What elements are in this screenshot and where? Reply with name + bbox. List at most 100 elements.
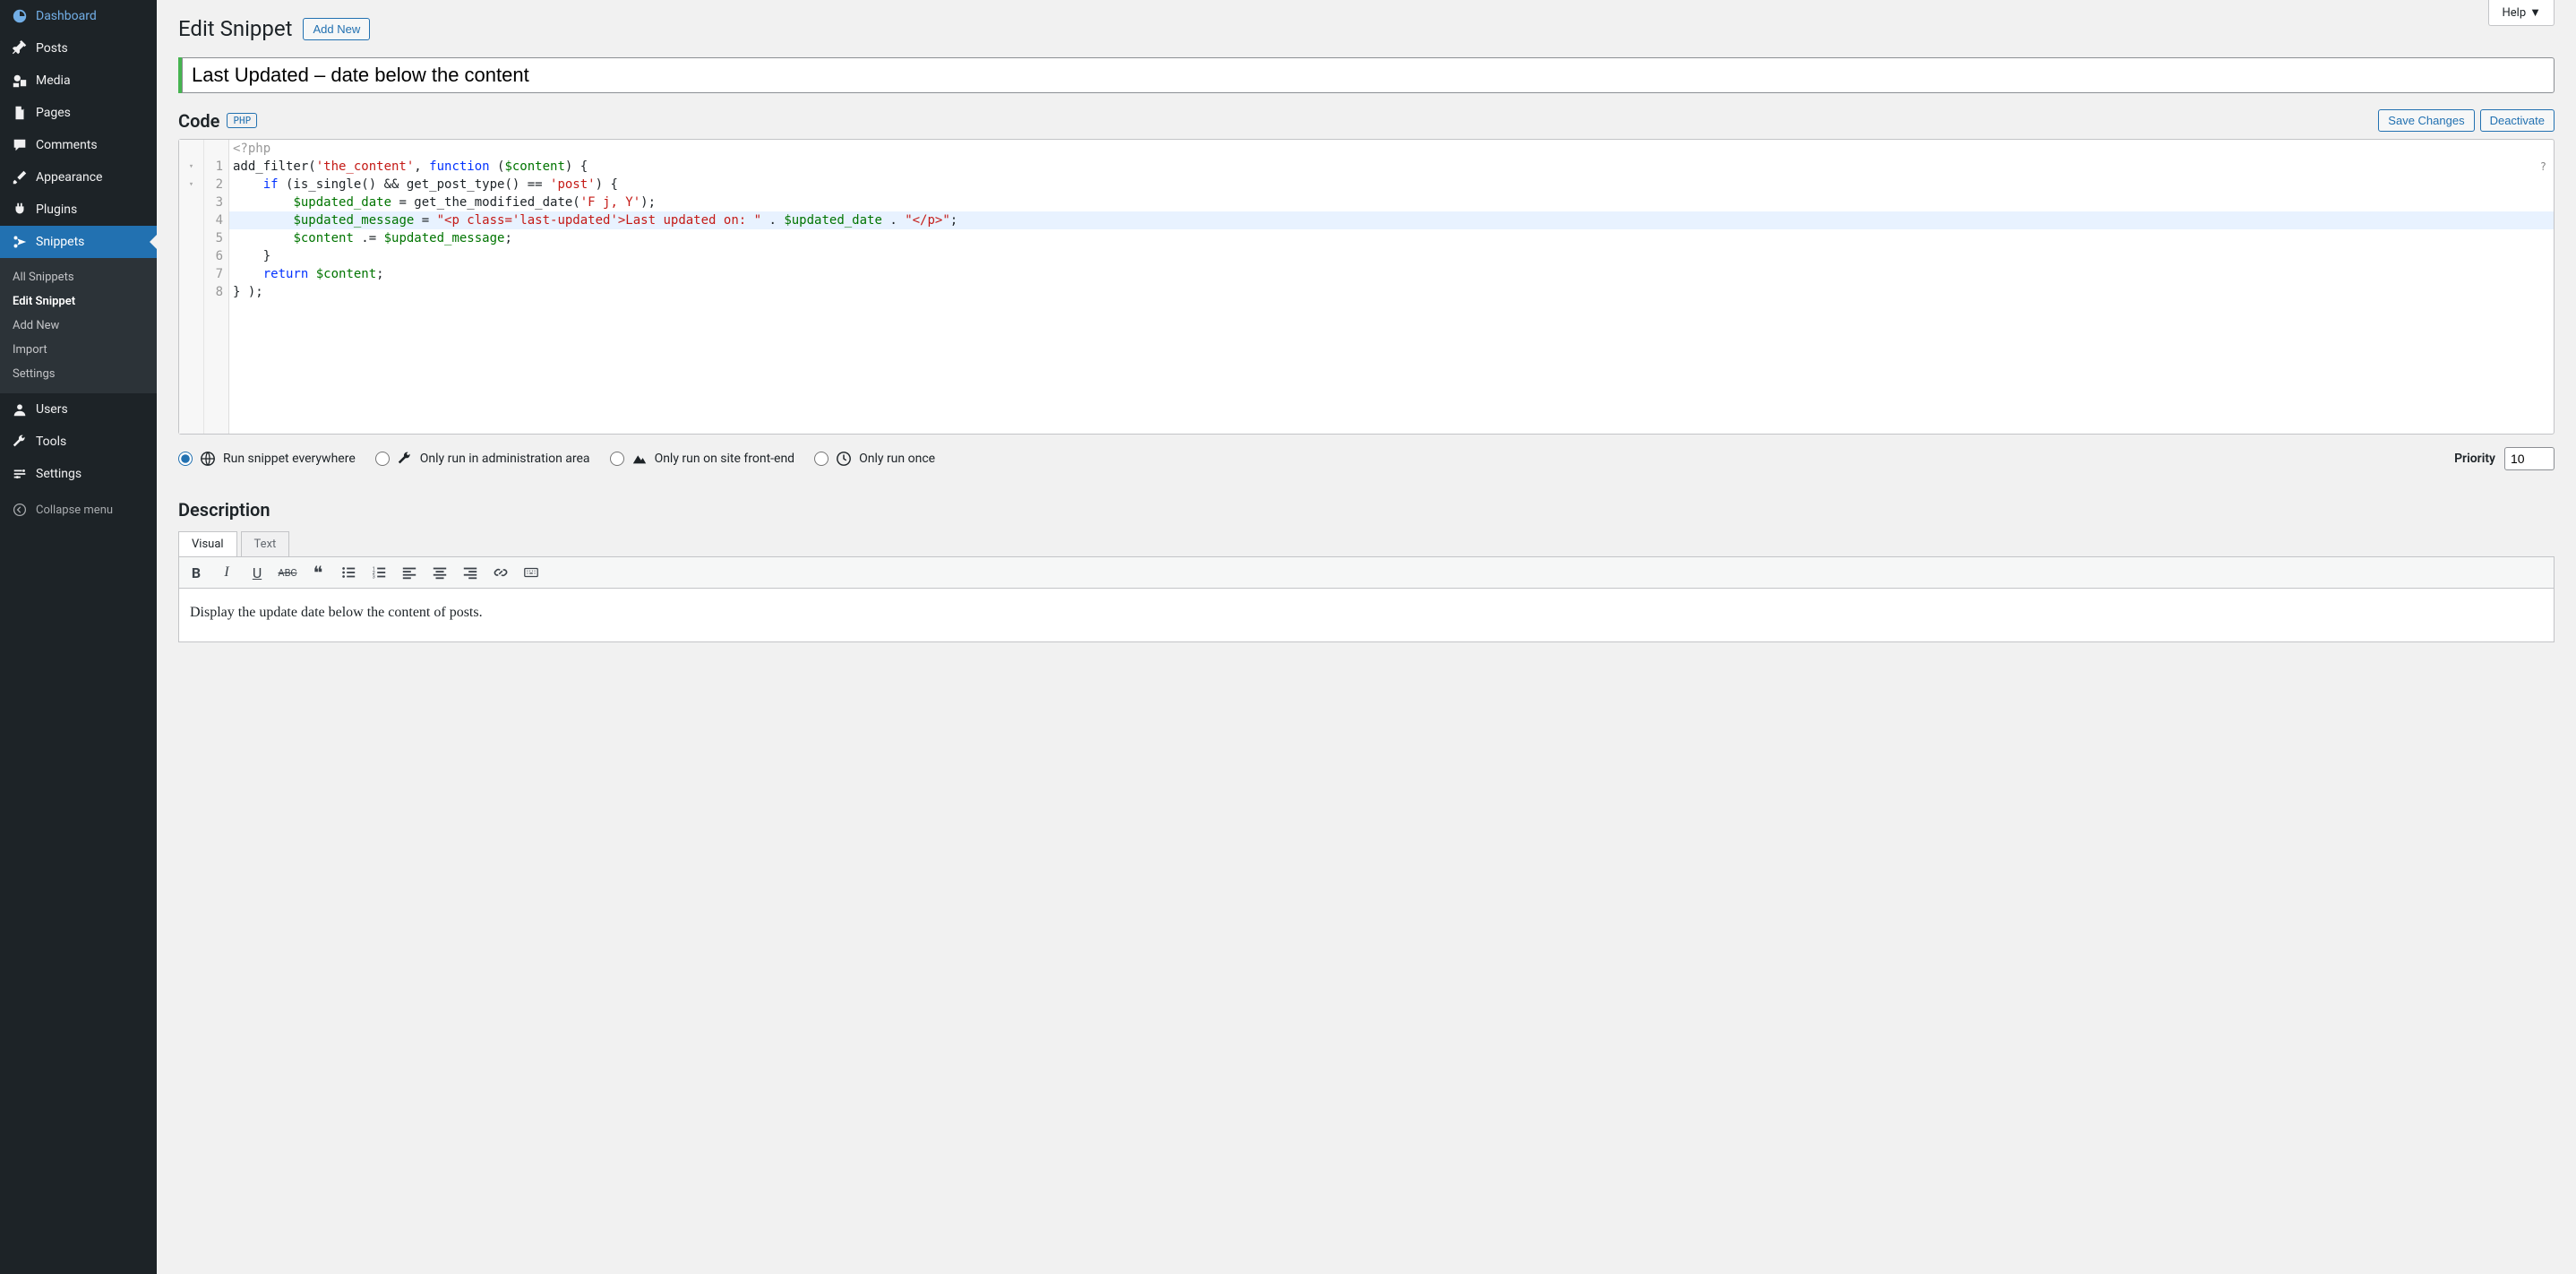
sidebar-subitem-all-snippets[interactable]: All Snippets (0, 265, 157, 289)
code-editor[interactable]: ? ▾▾ 12345678 <?php add_filter('the_cont… (178, 139, 2555, 435)
strikethrough-button[interactable]: ABC (278, 563, 297, 582)
description-heading: Description (178, 499, 2555, 521)
sidebar-item-tools[interactable]: Tools (0, 426, 157, 458)
scope-radio-frontend[interactable] (610, 452, 624, 466)
align-right-button[interactable] (460, 563, 480, 582)
svg-text:3: 3 (373, 574, 375, 580)
scope-label: Only run on site front-end (655, 452, 795, 466)
sidebar-item-label: Users (36, 402, 68, 417)
scope-option-frontend[interactable]: Only run on site front-end (610, 451, 795, 467)
sidebar-subitem-edit-snippet[interactable]: Edit Snippet (0, 289, 157, 314)
comment-icon (11, 136, 29, 154)
scope-option-once[interactable]: Only run once (814, 451, 935, 467)
scope-label: Only run once (859, 452, 935, 466)
code-line[interactable]: } (229, 247, 2554, 265)
code-line[interactable]: $updated_date = get_the_modified_date('F… (229, 194, 2554, 211)
page-title: Edit Snippet (178, 16, 292, 41)
editor-toolbar: B I U ABC ❝ 123 (178, 556, 2555, 589)
fold-gutter[interactable]: ▾▾ (179, 140, 204, 434)
sidebar-subitem-settings[interactable]: Settings (0, 362, 157, 386)
php-open-tag: <?php (229, 140, 2554, 158)
bold-button[interactable]: B (186, 563, 206, 582)
add-new-button[interactable]: Add New (303, 18, 370, 40)
admin-sidebar: Dashboard Posts Media Pages Comments App… (0, 0, 157, 1274)
sidebar-subitem-add-new[interactable]: Add New (0, 314, 157, 338)
blockquote-button[interactable]: ❝ (308, 563, 328, 582)
caret-down-icon: ▼ (2529, 5, 2541, 20)
code-area[interactable]: <?php add_filter('the_content', function… (229, 140, 2554, 434)
code-line[interactable]: if (is_single() && get_post_type() == 'p… (229, 176, 2554, 194)
code-line[interactable]: return $content; (229, 265, 2554, 283)
sidebar-item-label: Dashboard (36, 9, 97, 23)
sidebar-item-label: Media (36, 73, 71, 88)
tab-visual[interactable]: Visual (178, 531, 237, 556)
help-label: Help (2502, 6, 2526, 20)
priority-input[interactable] (2504, 447, 2555, 470)
align-left-button[interactable] (399, 563, 419, 582)
main-content: Help ▼ Edit Snippet Add New Code PHP Sav… (157, 0, 2576, 1274)
sidebar-item-label: Snippets (36, 235, 84, 249)
deactivate-button[interactable]: Deactivate (2480, 109, 2555, 132)
site-icon (631, 451, 648, 467)
clock-icon (836, 451, 852, 467)
sidebar-item-label: Tools (36, 435, 66, 449)
sidebar-item-comments[interactable]: Comments (0, 129, 157, 161)
pin-icon (11, 39, 29, 57)
link-button[interactable] (491, 563, 511, 582)
user-icon (11, 400, 29, 418)
underline-button[interactable]: U (247, 563, 267, 582)
help-tab[interactable]: Help ▼ (2488, 0, 2555, 26)
bullet-list-button[interactable] (339, 563, 358, 582)
collapse-icon (11, 501, 29, 519)
language-badge: PHP (227, 113, 257, 128)
brush-icon (11, 168, 29, 186)
scope-radio-admin[interactable] (375, 452, 390, 466)
sidebar-item-posts[interactable]: Posts (0, 32, 157, 65)
code-line[interactable]: $updated_message = "<p class='last-updat… (229, 211, 2554, 229)
collapse-menu[interactable]: Collapse menu (0, 494, 157, 526)
sidebar-item-users[interactable]: Users (0, 393, 157, 426)
line-number-gutter: 12345678 (204, 140, 229, 434)
sidebar-item-settings[interactable]: Settings (0, 458, 157, 490)
sidebar-item-pages[interactable]: Pages (0, 97, 157, 129)
dashboard-icon (11, 7, 29, 25)
plug-icon (11, 201, 29, 219)
align-center-button[interactable] (430, 563, 450, 582)
sidebar-item-dashboard[interactable]: Dashboard (0, 0, 157, 32)
wrench-icon (11, 433, 29, 451)
scope-label: Run snippet everywhere (223, 452, 356, 466)
sidebar-item-snippets[interactable]: Snippets (0, 226, 157, 258)
code-heading: Code (178, 110, 219, 132)
sidebar-item-label: Pages (36, 106, 71, 120)
tab-text[interactable]: Text (241, 531, 290, 556)
keyboard-button[interactable] (521, 563, 541, 582)
scope-radio-everywhere[interactable] (178, 452, 193, 466)
sidebar-item-label: Comments (36, 138, 98, 152)
italic-button[interactable]: I (217, 563, 236, 582)
media-icon (11, 72, 29, 90)
scope-option-admin[interactable]: Only run in administration area (375, 451, 590, 467)
sidebar-item-appearance[interactable]: Appearance (0, 161, 157, 194)
sidebar-item-label: Appearance (36, 170, 102, 185)
globe-icon (200, 451, 216, 467)
scope-radio-once[interactable] (814, 452, 829, 466)
collapse-label: Collapse menu (36, 504, 113, 517)
scope-option-everywhere[interactable]: Run snippet everywhere (178, 451, 356, 467)
wrench-icon (397, 451, 413, 467)
numbered-list-button[interactable]: 123 (369, 563, 389, 582)
code-line[interactable]: add_filter('the_content', function ($con… (229, 158, 2554, 176)
sidebar-item-label: Plugins (36, 202, 77, 217)
save-changes-button[interactable]: Save Changes (2378, 109, 2474, 132)
priority-label: Priority (2454, 452, 2495, 466)
snippet-title-input[interactable] (182, 57, 2555, 93)
sidebar-subitem-import[interactable]: Import (0, 338, 157, 362)
code-line[interactable]: } ); (229, 283, 2554, 301)
code-line[interactable]: $content .= $updated_message; (229, 229, 2554, 247)
sidebar-item-plugins[interactable]: Plugins (0, 194, 157, 226)
sidebar-submenu-snippets: All Snippets Edit Snippet Add New Import… (0, 258, 157, 393)
sliders-icon (11, 465, 29, 483)
scope-label: Only run in administration area (420, 452, 590, 466)
sidebar-item-media[interactable]: Media (0, 65, 157, 97)
sidebar-item-label: Posts (36, 41, 68, 56)
description-body[interactable]: Display the update date below the conten… (178, 589, 2555, 642)
